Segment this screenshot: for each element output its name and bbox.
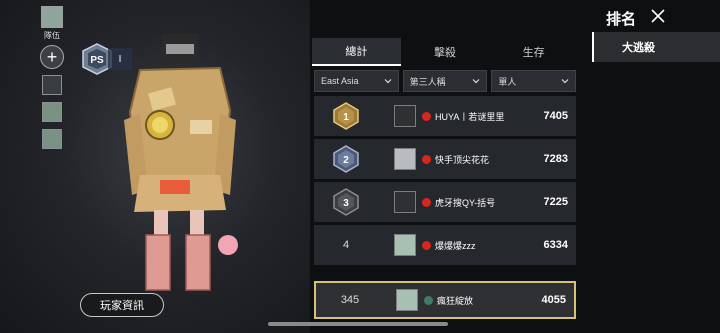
- squad-panel: 隊伍 +: [36, 6, 68, 156]
- home-indicator[interactable]: [268, 322, 448, 326]
- leaderboard-list: 1 HUYA丨若谜里里 7405 2 快手顶尖花花 7283 3 虎牙搜QY-括…: [312, 96, 578, 265]
- rank-number: 4: [342, 239, 350, 251]
- self-player-name: 瘋狂綻放: [437, 295, 474, 306]
- player-info-button[interactable]: 玩家資訊: [80, 293, 164, 317]
- close-icon[interactable]: [650, 8, 666, 24]
- svg-text:1: 1: [343, 112, 349, 123]
- china-flag-icon: [422, 111, 431, 121]
- plus-icon: +: [46, 47, 58, 67]
- ps-badge-emblem: PS: [90, 55, 104, 66]
- tab-survival[interactable]: 生存: [489, 38, 578, 66]
- player-score: 6334: [543, 239, 568, 251]
- mode-value: 單人: [498, 76, 517, 87]
- self-avatar[interactable]: [396, 289, 418, 311]
- ranking-panel: 總計 擊殺 生存 East Asia 第三人稱 單人 1 HUYA丨若谜里里 7…: [312, 38, 578, 328]
- avatar[interactable]: [394, 191, 416, 213]
- svg-text:3: 3: [343, 198, 349, 209]
- teammate-slot[interactable]: [42, 102, 62, 122]
- ranking-tabs: 總計 擊殺 生存: [312, 38, 578, 66]
- leaderboard-row[interactable]: 1 HUYA丨若谜里里 7405: [314, 96, 576, 136]
- rank-cell: 3: [322, 188, 370, 216]
- tab-kills[interactable]: 擊殺: [401, 38, 490, 66]
- china-flag-icon: [422, 197, 431, 207]
- perspective-dropdown[interactable]: 第三人稱: [402, 70, 488, 92]
- player-score: 7225: [543, 196, 568, 208]
- self-rank-number: 345: [340, 294, 360, 306]
- page-title: 排名: [606, 11, 637, 28]
- perspective-value: 第三人稱: [409, 76, 446, 87]
- gold-rank-1-icon: 1: [333, 102, 359, 130]
- leaderboard-row[interactable]: 2 快手顶尖花花 7283: [314, 139, 576, 179]
- avatar[interactable]: [394, 148, 416, 170]
- avatar[interactable]: [394, 105, 416, 127]
- player-name: 快手顶尖花花: [435, 154, 490, 165]
- rank-cell: 1: [322, 102, 370, 130]
- bronze-rank-3-icon: 3: [333, 188, 359, 216]
- player-score: 7405: [543, 110, 568, 122]
- self-player-score: 4055: [541, 294, 566, 306]
- china-flag-icon: [422, 240, 431, 250]
- china-flag-icon: [422, 154, 431, 164]
- ranking-sidebar: 排名 大逃殺: [592, 0, 720, 333]
- rank-cell: 2: [322, 145, 370, 173]
- player-score: 7283: [543, 153, 568, 165]
- chevron-down-icon: [561, 79, 569, 84]
- character-outfit-image: [124, 34, 238, 291]
- region-value: East Asia: [321, 76, 359, 86]
- self-rank-row[interactable]: 345 瘋狂綻放 4055: [314, 281, 576, 319]
- character-scene: 隊伍 + PS I 玩家資訊: [0, 0, 310, 333]
- svg-text:2: 2: [343, 155, 349, 166]
- squad-label: 隊伍: [44, 31, 60, 40]
- chevron-down-icon: [472, 79, 480, 84]
- chevron-down-icon: [384, 79, 392, 84]
- add-teammate-button[interactable]: +: [40, 45, 64, 69]
- region-dropdown[interactable]: East Asia: [314, 70, 399, 92]
- teammate-slot[interactable]: [42, 75, 62, 95]
- region-badge-icon: [424, 295, 433, 305]
- player-name: 虎牙搜QY-括号: [435, 197, 496, 208]
- mode-dropdown[interactable]: 單人: [491, 70, 577, 92]
- leaderboard-row[interactable]: 4 爆爆爆zzz 6334: [314, 225, 576, 265]
- tab-overall[interactable]: 總計: [312, 38, 401, 66]
- player-name: HUYA丨若谜里里: [435, 111, 505, 122]
- player-name: 爆爆爆zzz: [435, 240, 476, 251]
- silver-rank-2-icon: 2: [333, 145, 359, 173]
- teammate-slot[interactable]: [42, 129, 62, 149]
- filter-bar: East Asia 第三人稱 單人: [312, 70, 578, 92]
- leaderboard-row[interactable]: 3 虎牙搜QY-括号 7225: [314, 182, 576, 222]
- squad-leader-avatar[interactable]: [41, 6, 63, 28]
- avatar[interactable]: [394, 234, 416, 256]
- category-battle-royale[interactable]: 大逃殺: [592, 32, 720, 62]
